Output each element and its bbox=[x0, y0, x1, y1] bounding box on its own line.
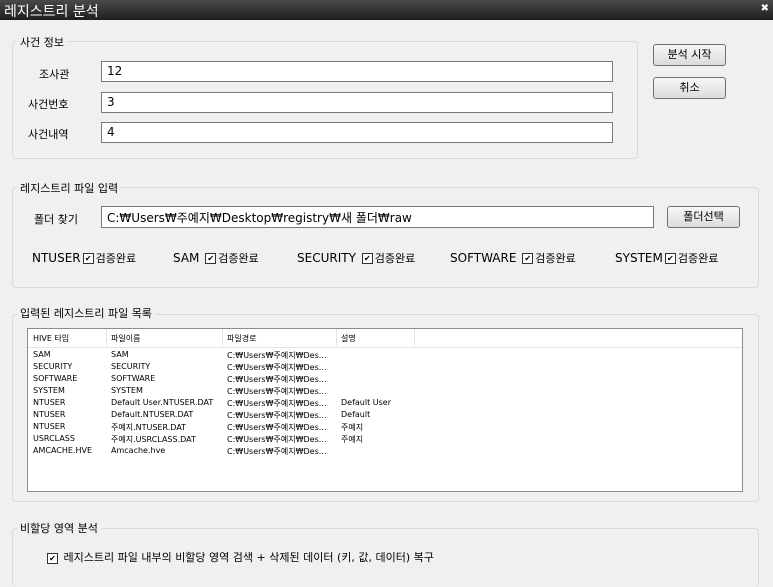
cell: C:₩Users₩주예지₩Des... bbox=[227, 423, 327, 432]
hive-status-ntuser: NTUSER ✔ 검증완료 bbox=[32, 250, 136, 266]
file-input-legend: 레지스트리 파일 입력 bbox=[17, 180, 122, 196]
hive-name: NTUSER bbox=[32, 251, 81, 265]
hive-status-sam: SAM ✔ 검증완료 bbox=[173, 250, 259, 266]
cell: Default User bbox=[341, 398, 392, 407]
cell: AMCACHE.HVE bbox=[33, 446, 93, 455]
title-bar: 레지스트리 분석 ✖ bbox=[0, 0, 773, 20]
column-header[interactable]: 파일이름 bbox=[111, 333, 140, 344]
unalloc-option-label: 레지스트리 파일 내부의 비할당 영역 검색 + 삭제된 데이터 (키, 값, … bbox=[63, 551, 434, 564]
case-details-field[interactable]: 4 bbox=[101, 122, 613, 143]
window-title: 레지스트리 분석 bbox=[4, 4, 99, 20]
hive-status: 검증완료 bbox=[677, 252, 719, 265]
check-icon[interactable]: ✔ bbox=[47, 552, 58, 564]
check-icon[interactable]: ✔ bbox=[205, 253, 217, 264]
column-header[interactable]: 파일경로 bbox=[227, 333, 256, 344]
cell: C:₩Users₩주예지₩Des... bbox=[227, 399, 327, 408]
case-number-field[interactable]: 3 bbox=[101, 92, 613, 113]
hive-status: 검증완료 bbox=[535, 252, 576, 265]
cell: 주예지.NTUSER.DAT bbox=[111, 423, 187, 432]
hive-status-software: SOFTWARE ✔ 검증완료 bbox=[450, 250, 576, 266]
cell: 주예지.USRCLASS.DAT bbox=[111, 435, 196, 444]
table-row[interactable]: SAM SAM C:₩Users₩주예지₩Des... bbox=[28, 350, 742, 362]
cell: USRCLASS bbox=[33, 434, 75, 443]
cell: C:₩Users₩주예지₩Des... bbox=[227, 447, 327, 456]
case-info-legend: 사건 정보 bbox=[17, 34, 67, 50]
investigator-label: 조사관 bbox=[39, 68, 70, 81]
cell: 주예지 bbox=[341, 423, 364, 432]
column-header[interactable]: 설명 bbox=[341, 333, 356, 344]
cell: C:₩Users₩주예지₩Des... bbox=[227, 375, 327, 384]
cell: SECURITY bbox=[111, 362, 151, 371]
table-row[interactable]: NTUSER 주예지.NTUSER.DAT C:₩Users₩주예지₩Des..… bbox=[28, 422, 742, 434]
cell: SOFTWARE bbox=[33, 374, 78, 383]
hive-status: 검증완료 bbox=[374, 252, 416, 265]
cell: Default User.NTUSER.DAT bbox=[111, 398, 214, 407]
folder-path-field[interactable]: C:₩Users₩주예지₩Desktop₩registry₩새 폴더₩raw bbox=[101, 206, 654, 228]
cell: NTUSER bbox=[33, 422, 66, 431]
hive-name: SECURITY bbox=[297, 251, 356, 265]
cell: SAM bbox=[111, 350, 129, 359]
hive-name: SYSTEM bbox=[615, 251, 663, 265]
file-list-legend: 입력된 레지스트리 파일 목록 bbox=[17, 305, 155, 321]
cell: Default bbox=[341, 410, 371, 419]
cell: Default.NTUSER.DAT bbox=[111, 410, 194, 419]
cell: SAM bbox=[33, 350, 51, 359]
unalloc-legend: 비할당 영역 분석 bbox=[17, 520, 101, 536]
cell: C:₩Users₩주예지₩Des... bbox=[227, 435, 327, 444]
hive-status: 검증완료 bbox=[95, 252, 137, 265]
cancel-button[interactable]: 취소 bbox=[653, 77, 726, 99]
check-icon[interactable]: ✔ bbox=[522, 253, 534, 264]
file-input-group bbox=[12, 187, 759, 288]
table-row[interactable]: AMCACHE.HVE Amcache.hve C:₩Users₩주예지₩Des… bbox=[28, 446, 742, 458]
hive-name: SOFTWARE bbox=[450, 251, 517, 265]
hive-name: SAM bbox=[173, 251, 200, 265]
start-analysis-button[interactable]: 분석 시작 bbox=[653, 44, 726, 66]
table-row[interactable]: SYSTEM SYSTEM C:₩Users₩주예지₩Des... bbox=[28, 386, 742, 398]
cell: SECURITY bbox=[33, 362, 73, 371]
cell: C:₩Users₩주예지₩Des... bbox=[227, 351, 327, 360]
investigator-field[interactable]: 12 bbox=[101, 61, 613, 82]
check-icon[interactable]: ✔ bbox=[82, 253, 94, 264]
list-header: HIVE 타입 파일이름 파일경로 설명 bbox=[28, 329, 742, 348]
cell: SYSTEM bbox=[33, 386, 65, 395]
table-row[interactable]: USRCLASS 주예지.USRCLASS.DAT C:₩Users₩주예지₩D… bbox=[28, 434, 742, 446]
cell: C:₩Users₩주예지₩Des... bbox=[227, 411, 327, 420]
cell: 주예지 bbox=[341, 435, 364, 444]
folder-select-button[interactable]: 폴더선택 bbox=[667, 206, 740, 228]
hive-status: 검증완료 bbox=[218, 252, 259, 265]
cell: NTUSER bbox=[33, 410, 66, 419]
cell: SYSTEM bbox=[111, 386, 143, 395]
cell: C:₩Users₩주예지₩Des... bbox=[227, 387, 327, 396]
case-details-label: 사건내역 bbox=[28, 128, 69, 141]
check-icon[interactable]: ✔ bbox=[361, 253, 373, 264]
table-row[interactable]: SOFTWARE SOFTWARE C:₩Users₩주예지₩Des... bbox=[28, 374, 742, 386]
table-row[interactable]: SECURITY SECURITY C:₩Users₩주예지₩Des... bbox=[28, 362, 742, 374]
cell: NTUSER bbox=[33, 398, 66, 407]
hive-status-system: SYSTEM ✔ 검증완료 bbox=[615, 250, 718, 266]
case-number-label: 사건번호 bbox=[28, 98, 69, 111]
registry-file-list[interactable]: HIVE 타입 파일이름 파일경로 설명 SAM SAM C:₩Users₩주예… bbox=[27, 328, 743, 492]
check-icon[interactable]: ✔ bbox=[664, 253, 676, 264]
cell: Amcache.hve bbox=[111, 446, 166, 455]
cell: C:₩Users₩주예지₩Des... bbox=[227, 363, 327, 372]
unalloc-option[interactable]: ✔ 레지스트리 파일 내부의 비할당 영역 검색 + 삭제된 데이터 (키, 값… bbox=[45, 549, 434, 565]
hive-status-security: SECURITY ✔ 검증완료 bbox=[297, 250, 415, 266]
folder-label: 폴더 찾기 bbox=[34, 213, 78, 226]
column-header[interactable]: HIVE 타입 bbox=[33, 333, 69, 344]
close-icon[interactable]: ✖ bbox=[761, 3, 769, 14]
cell: SOFTWARE bbox=[111, 374, 156, 383]
table-row[interactable]: NTUSER Default User.NTUSER.DAT C:₩Users₩… bbox=[28, 398, 742, 410]
table-row[interactable]: NTUSER Default.NTUSER.DAT C:₩Users₩주예지₩D… bbox=[28, 410, 742, 422]
